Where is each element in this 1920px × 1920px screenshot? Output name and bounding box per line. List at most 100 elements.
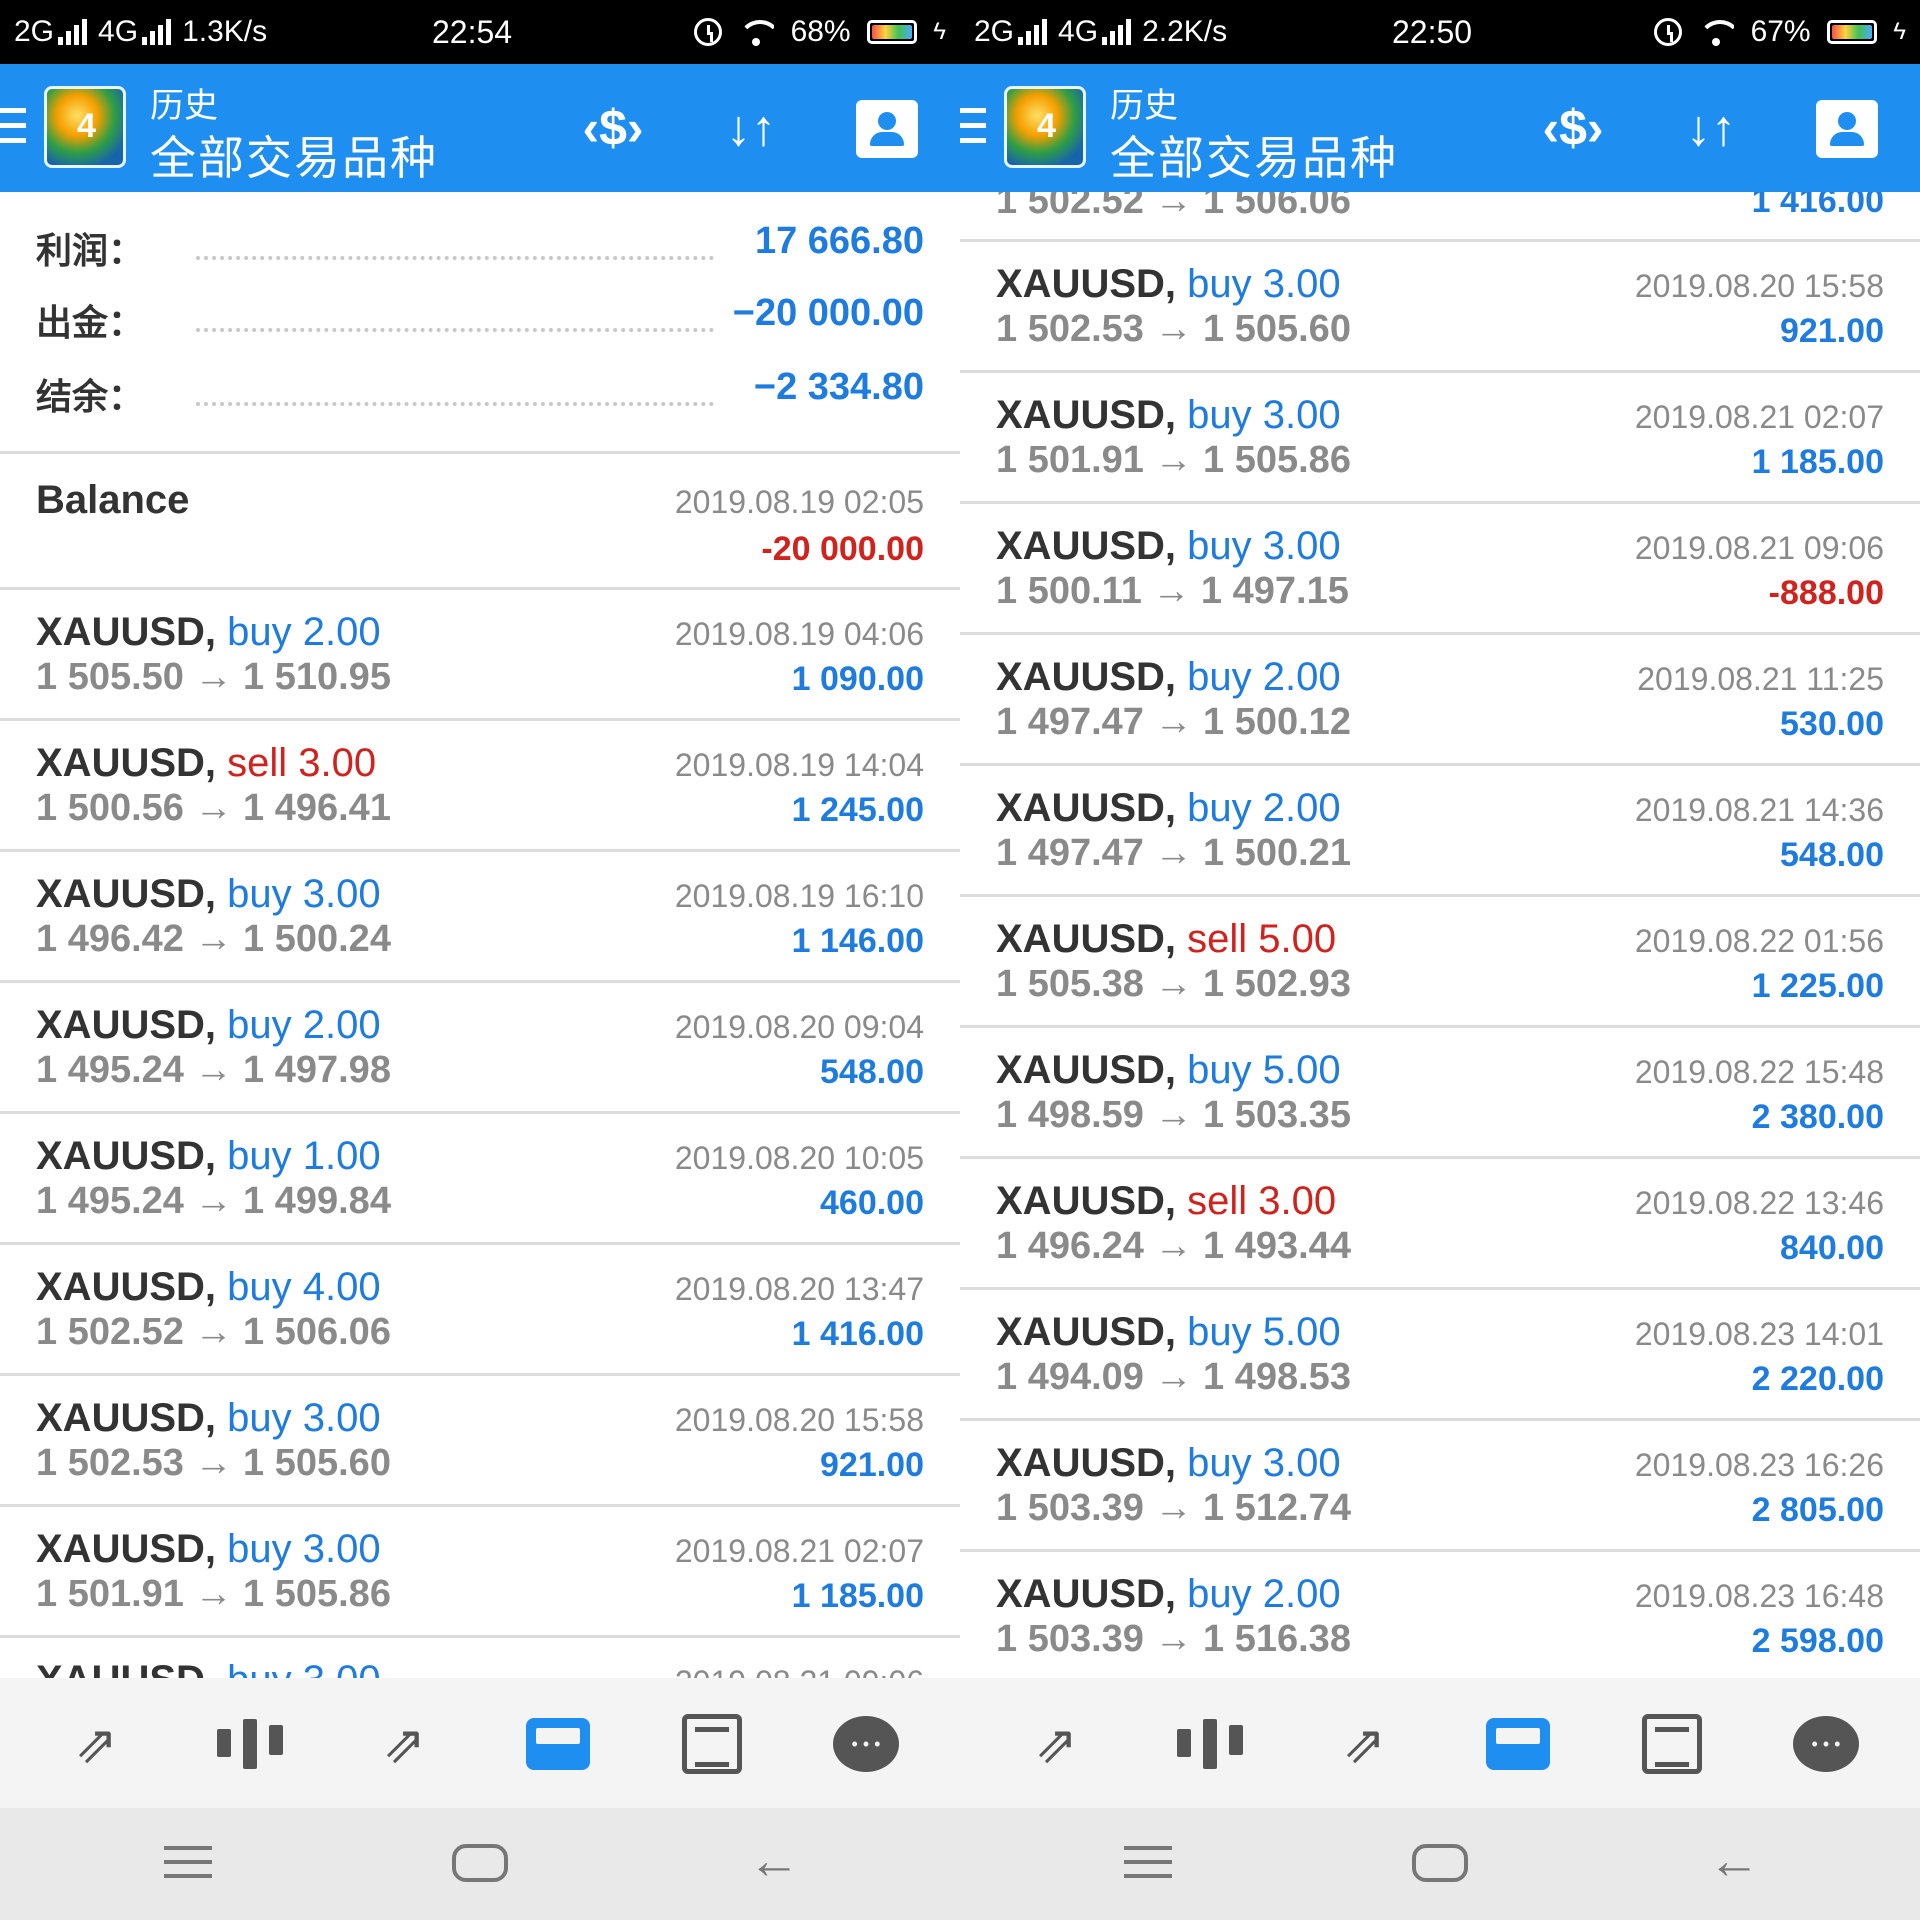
trade-time: 2019.08.23 14:01 [1634, 1316, 1884, 1352]
trade-profit: 1 146.00 [791, 922, 924, 960]
trade-row[interactable]: XAUUSD, sell 3.00 1 496.24 → 1 493.44 2019… [960, 1159, 1920, 1290]
trade-time: 2019.08.19 14:04 [674, 747, 924, 783]
trade-row[interactable]: XAUUSD, buy 3.00 1 496.42 → 1 500.24 2019.… [0, 852, 960, 983]
trade-symbol-line: XAUUSD, buy 5.00 [996, 1310, 1341, 1355]
balance-label: Balance [36, 478, 190, 522]
signal-group: 2G 4G 2.2K/s [974, 14, 1227, 49]
trade-side: sell 3.00 [1187, 1179, 1337, 1223]
mt4-logo-icon[interactable] [1004, 86, 1086, 168]
news-icon[interactable] [1632, 1710, 1712, 1780]
network-4g-label: 4G [98, 15, 139, 49]
trade-icon[interactable]: ⇗ [1016, 1710, 1096, 1780]
trade-profit: 2 220.00 [1751, 1360, 1884, 1398]
recents-icon[interactable] [164, 1846, 212, 1880]
trade-row[interactable]: XAUUSD, buy 2.00 1 503.39 → 1 516.38 2019.… [960, 1552, 1920, 1678]
quotes-candles-icon[interactable] [210, 1710, 290, 1780]
account-icon[interactable] [1816, 100, 1878, 158]
mt4-logo-icon[interactable] [44, 86, 126, 168]
home-icon[interactable] [452, 1844, 508, 1882]
bottom-nav: ⇗ ⇗ [960, 1678, 1920, 1808]
trade-row[interactable]: XAUUSD, buy 1.00 1 495.24 → 1 499.84 2019.… [0, 1114, 960, 1245]
trade-symbol-line: XAUUSD, buy 2.00 [36, 1003, 381, 1048]
trade-symbol: XAUUSD, [36, 610, 217, 654]
trade-side: buy 3.00 [1187, 262, 1341, 306]
trade-row-partial[interactable]: 1 502.52 → 1 506.06 1 416.00 [960, 192, 1920, 242]
balance-row[interactable]: Balance 2019.08.19 02:05 -20 000.00 [0, 454, 960, 590]
trade-symbol-line: XAUUSD, buy 3.00 [36, 872, 381, 917]
history-list[interactable]: 利润： 17 666.80 出金： −20 000.00 结余： −2 334.… [0, 192, 960, 1678]
menu-icon[interactable] [0, 108, 26, 144]
status-right-group: 68% ϟ [686, 14, 946, 49]
account-icon[interactable] [856, 100, 918, 158]
symbol-filter[interactable]: 全部交易品种 [150, 122, 438, 188]
trade-row[interactable]: XAUUSD, buy 3.00 1 501.91 → 1 505.86 2019.… [0, 1507, 960, 1638]
trade-symbol-line: XAUUSD, buy 3.00 [36, 1658, 381, 1678]
sort-icon[interactable]: ↓↑ [716, 98, 786, 158]
trade-symbol: XAUUSD, [36, 1265, 217, 1309]
money-exchange-icon[interactable]: ‹$› [578, 98, 648, 158]
network-4g-label: 4G [1058, 15, 1099, 49]
trade-time: 2019.08.22 15:48 [1634, 1054, 1884, 1090]
back-icon[interactable]: ← [1708, 1835, 1760, 1887]
trade-row[interactable]: XAUUSD, buy 2.00 1 497.47 → 1 500.21 2019.… [960, 766, 1920, 897]
dotted-leader [196, 328, 714, 332]
menu-icon[interactable] [960, 108, 986, 144]
battery-icon [1826, 20, 1877, 45]
history-list[interactable]: 1 502.52 → 1 506.06 1 416.00 XAUUSD, buy… [960, 192, 1920, 1678]
trade-time: 2019.08.22 13:46 [1634, 1185, 1884, 1221]
trade-row[interactable]: XAUUSD, buy 5.00 1 494.09 → 1 498.53 2019.… [960, 1290, 1920, 1421]
trade-row[interactable]: XAUUSD, buy 3.00 1 500.11 → 1 497.15 2019.… [960, 504, 1920, 635]
trade-symbol: XAUUSD, [996, 1572, 1177, 1616]
trade-profit: 548.00 [820, 1053, 924, 1091]
trade-symbol-line: XAUUSD, buy 3.00 [36, 1527, 381, 1572]
trade-row[interactable]: XAUUSD, buy 5.00 1 498.59 → 1 503.35 2019.… [960, 1028, 1920, 1159]
news-icon[interactable] [672, 1710, 752, 1780]
history-inbox-icon[interactable] [1478, 1710, 1558, 1780]
trade-prices: 1 494.09 → 1 498.53 [996, 1356, 1351, 1398]
chat-icon[interactable] [826, 1710, 906, 1780]
trade-row[interactable]: XAUUSD, sell 5.00 1 505.38 → 1 502.93 2019… [960, 897, 1920, 1028]
trade-row[interactable]: XAUUSD, buy 3.00 1 503.39 → 1 512.74 2019.… [960, 1421, 1920, 1552]
quotes-candles-icon[interactable] [1170, 1710, 1250, 1780]
chart-icon[interactable]: ⇗ [364, 1710, 444, 1780]
trade-row[interactable]: XAUUSD, buy 2.00 1 505.50 → 1 510.95 2019.… [0, 590, 960, 721]
symbol-filter[interactable]: 全部交易品种 [1110, 122, 1398, 188]
home-icon[interactable] [1412, 1844, 1468, 1882]
history-inbox-icon[interactable] [518, 1710, 598, 1780]
trade-row[interactable]: XAUUSD, buy 3.00 1 502.53 → 1 505.60 2019.… [960, 242, 1920, 373]
signal-bars-icon [58, 19, 92, 46]
trade-row[interactable]: XAUUSD, buy 2.00 1 497.47 → 1 500.12 2019.… [960, 635, 1920, 766]
trade-profit: 921.00 [1780, 312, 1884, 350]
trade-icon[interactable]: ⇗ [56, 1710, 136, 1780]
trade-row[interactable]: XAUUSD, buy 2.00 1 495.24 → 1 497.98 2019.… [0, 983, 960, 1114]
trade-row[interactable]: XAUUSD, buy 4.00 1 502.52 → 1 506.06 2019.… [0, 1245, 960, 1376]
trade-row[interactable]: XAUUSD, buy 3.00 2019.08.21 09:06 [0, 1638, 960, 1678]
trade-row[interactable]: XAUUSD, buy 3.00 1 502.53 → 1 505.60 2019.… [0, 1376, 960, 1507]
trade-symbol: XAUUSD, [36, 1396, 217, 1440]
trade-row[interactable]: XAUUSD, buy 3.00 1 501.91 → 1 505.86 2019.… [960, 373, 1920, 504]
chart-icon[interactable]: ⇗ [1324, 1710, 1404, 1780]
back-icon[interactable]: ← [748, 1835, 800, 1887]
trade-side: buy 2.00 [1187, 655, 1341, 699]
chat-icon[interactable] [1786, 1710, 1866, 1780]
trade-profit: 530.00 [1780, 705, 1884, 743]
sort-icon[interactable]: ↓↑ [1676, 98, 1746, 158]
money-exchange-icon[interactable]: ‹$› [1538, 98, 1608, 158]
trade-symbol: XAUUSD, [36, 1527, 217, 1571]
network-speed: 2.2K/s [1142, 15, 1228, 49]
trade-symbol: XAUUSD, [36, 741, 217, 785]
trade-time: 2019.08.20 10:05 [674, 1140, 924, 1176]
trade-side: buy 3.00 [1187, 393, 1341, 437]
dotted-leader [196, 402, 714, 406]
summary-row-profit: 利润： 17 666.80 [36, 220, 924, 282]
trade-row[interactable]: XAUUSD, sell 3.00 1 500.56 → 1 496.41 2019… [0, 721, 960, 852]
trade-symbol-line: XAUUSD, sell 5.00 [996, 917, 1336, 962]
trade-symbol: XAUUSD, [996, 1179, 1177, 1223]
network-2g-label: 2G [14, 15, 55, 49]
trade-prices: 1 497.47 → 1 500.21 [996, 832, 1351, 874]
summary-label: 出金： [36, 302, 145, 343]
trade-profit: 2 805.00 [1751, 1491, 1884, 1529]
trade-symbol-line: XAUUSD, buy 3.00 [996, 1441, 1341, 1486]
trade-time: 2019.08.20 15:58 [674, 1402, 924, 1438]
recents-icon[interactable] [1124, 1846, 1172, 1880]
